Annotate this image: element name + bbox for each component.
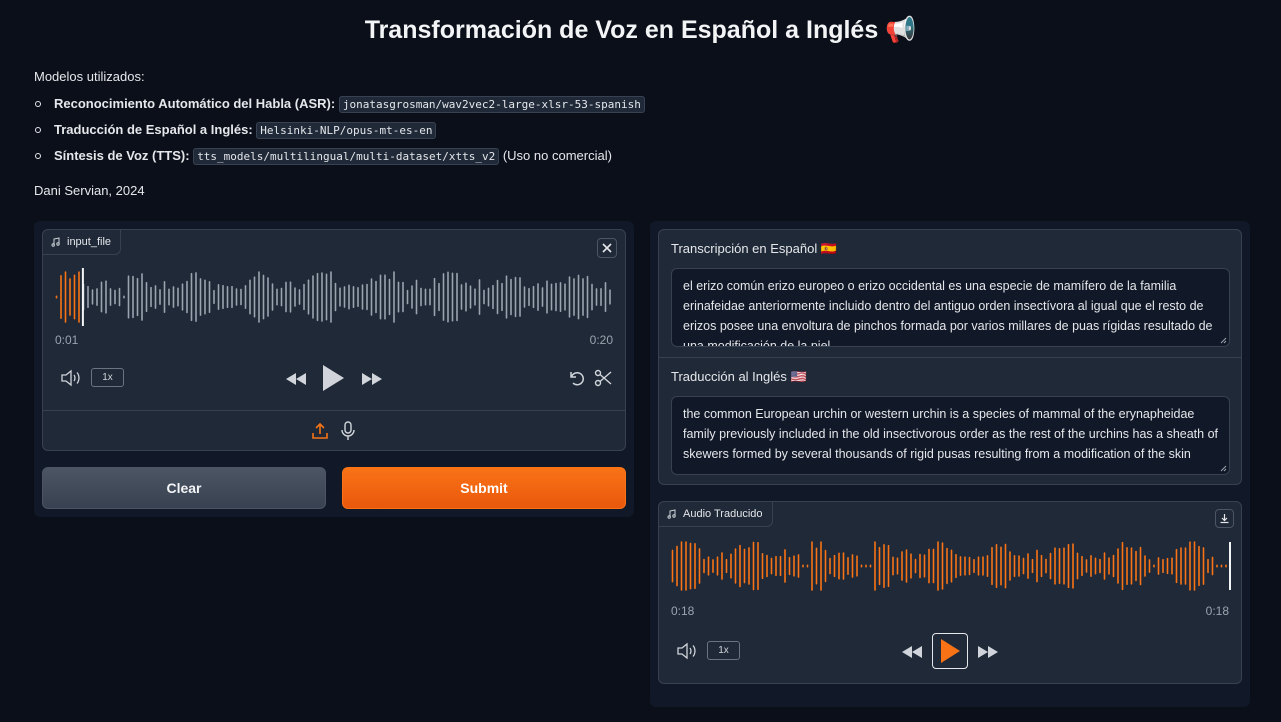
playback-rate-button[interactable]: 1x xyxy=(707,641,740,660)
transcription-textbox[interactable]: el erizo común erizo europeo o erizo occ… xyxy=(671,268,1230,347)
text-outputs-block: Transcripción en Español 🇪🇸 el erizo com… xyxy=(658,229,1242,485)
output-audio-block: Audio Traducido 0:18 0:18 1x xyxy=(658,501,1242,684)
translation-label: Traducción al Inglés 🇺🇸 xyxy=(671,369,807,384)
play-icon xyxy=(323,365,344,391)
microphone-icon xyxy=(341,421,355,440)
input-audio-label-text: input_file xyxy=(67,236,112,248)
playback-rate-button[interactable]: 1x xyxy=(91,368,124,387)
model-code: Helsinki-NLP/opus-mt-es-en xyxy=(256,122,437,139)
output-audio-label: Audio Traducido xyxy=(658,501,773,527)
trim-button[interactable] xyxy=(592,367,614,389)
volume-icon xyxy=(61,369,80,387)
music-note-icon xyxy=(667,509,676,519)
output-time-current: 0:18 xyxy=(671,604,695,618)
source-divider xyxy=(43,410,625,411)
input-audio-block: input_file 0:01 0:20 1x xyxy=(42,229,626,451)
rewind-button[interactable] xyxy=(283,370,309,388)
volume-icon xyxy=(677,642,696,660)
fast-forward-icon xyxy=(978,646,998,658)
models-heading: Modelos utilizados: xyxy=(34,69,145,84)
translation-textbox[interactable]: the common European urchin or western ur… xyxy=(671,396,1230,475)
author-credit: Dani Servian, 2024 xyxy=(34,183,145,198)
fast-forward-button[interactable] xyxy=(975,643,1001,661)
input-time-current: 0:01 xyxy=(55,333,79,347)
volume-button[interactable] xyxy=(59,367,83,389)
input-waveform[interactable] xyxy=(55,266,613,328)
model-code: tts_models/multilingual/multi-dataset/xt… xyxy=(193,148,500,165)
close-icon xyxy=(602,243,612,253)
fast-forward-icon xyxy=(362,373,382,385)
input-panel: input_file 0:01 0:20 1x Clear Submit xyxy=(34,221,634,517)
upload-icon xyxy=(312,422,328,439)
rewind-icon xyxy=(286,373,306,385)
volume-button[interactable] xyxy=(675,640,699,662)
model-item-tts: Síntesis de Voz (TTS): tts_models/multil… xyxy=(34,146,1234,172)
output-audio-label-text: Audio Traducido xyxy=(683,508,763,520)
play-button[interactable] xyxy=(932,633,968,669)
undo-button[interactable] xyxy=(565,367,587,389)
scissors-icon xyxy=(594,369,612,387)
transcription-label: Transcripción en Español 🇪🇸 xyxy=(671,241,838,256)
translation-text: the common European urchin or western ur… xyxy=(683,407,1219,461)
clear-button[interactable]: Clear xyxy=(42,467,326,509)
undo-icon xyxy=(570,372,584,386)
microphone-button[interactable] xyxy=(338,420,358,442)
model-label: Traducción de Español a Inglés: xyxy=(54,122,253,137)
transcription-text: el erizo común erizo europeo o erizo occ… xyxy=(683,279,1213,347)
models-list: Reconocimiento Automático del Habla (ASR… xyxy=(34,94,1234,172)
submit-button[interactable]: Submit xyxy=(342,467,626,509)
resize-handle-icon[interactable] xyxy=(1220,465,1227,472)
page-title: Transformación de Voz en Español a Inglé… xyxy=(364,16,917,44)
model-item-asr: Reconocimiento Automático del Habla (ASR… xyxy=(34,94,1234,120)
download-icon xyxy=(1220,514,1229,524)
play-icon xyxy=(941,639,960,663)
output-panel: Transcripción en Español 🇪🇸 el erizo com… xyxy=(650,221,1250,707)
model-item-translation: Traducción de Español a Inglés: Helsinki… xyxy=(34,120,1234,146)
text-divider xyxy=(659,357,1241,358)
rewind-icon xyxy=(902,646,922,658)
intro-section: Modelos utilizados: Reconocimiento Autom… xyxy=(34,68,1234,200)
model-code: jonatasgrosman/wav2vec2-large-xlsr-53-sp… xyxy=(338,96,645,113)
clear-audio-button[interactable] xyxy=(597,238,617,258)
fast-forward-button[interactable] xyxy=(359,370,385,388)
rewind-button[interactable] xyxy=(899,643,925,661)
model-label: Reconocimiento Automático del Habla (ASR… xyxy=(54,96,336,111)
resize-handle-icon[interactable] xyxy=(1220,337,1227,344)
download-button[interactable] xyxy=(1215,509,1234,528)
input-time-total: 0:20 xyxy=(589,333,613,347)
output-waveform[interactable] xyxy=(671,540,1231,592)
play-button[interactable] xyxy=(319,363,347,393)
music-note-icon xyxy=(51,237,60,247)
model-note: (Uso no comercial) xyxy=(502,148,612,163)
input-audio-label: input_file xyxy=(42,229,122,255)
output-time-total: 0:18 xyxy=(1205,604,1229,618)
upload-button[interactable] xyxy=(310,420,330,442)
model-label: Síntesis de Voz (TTS): xyxy=(54,148,190,163)
